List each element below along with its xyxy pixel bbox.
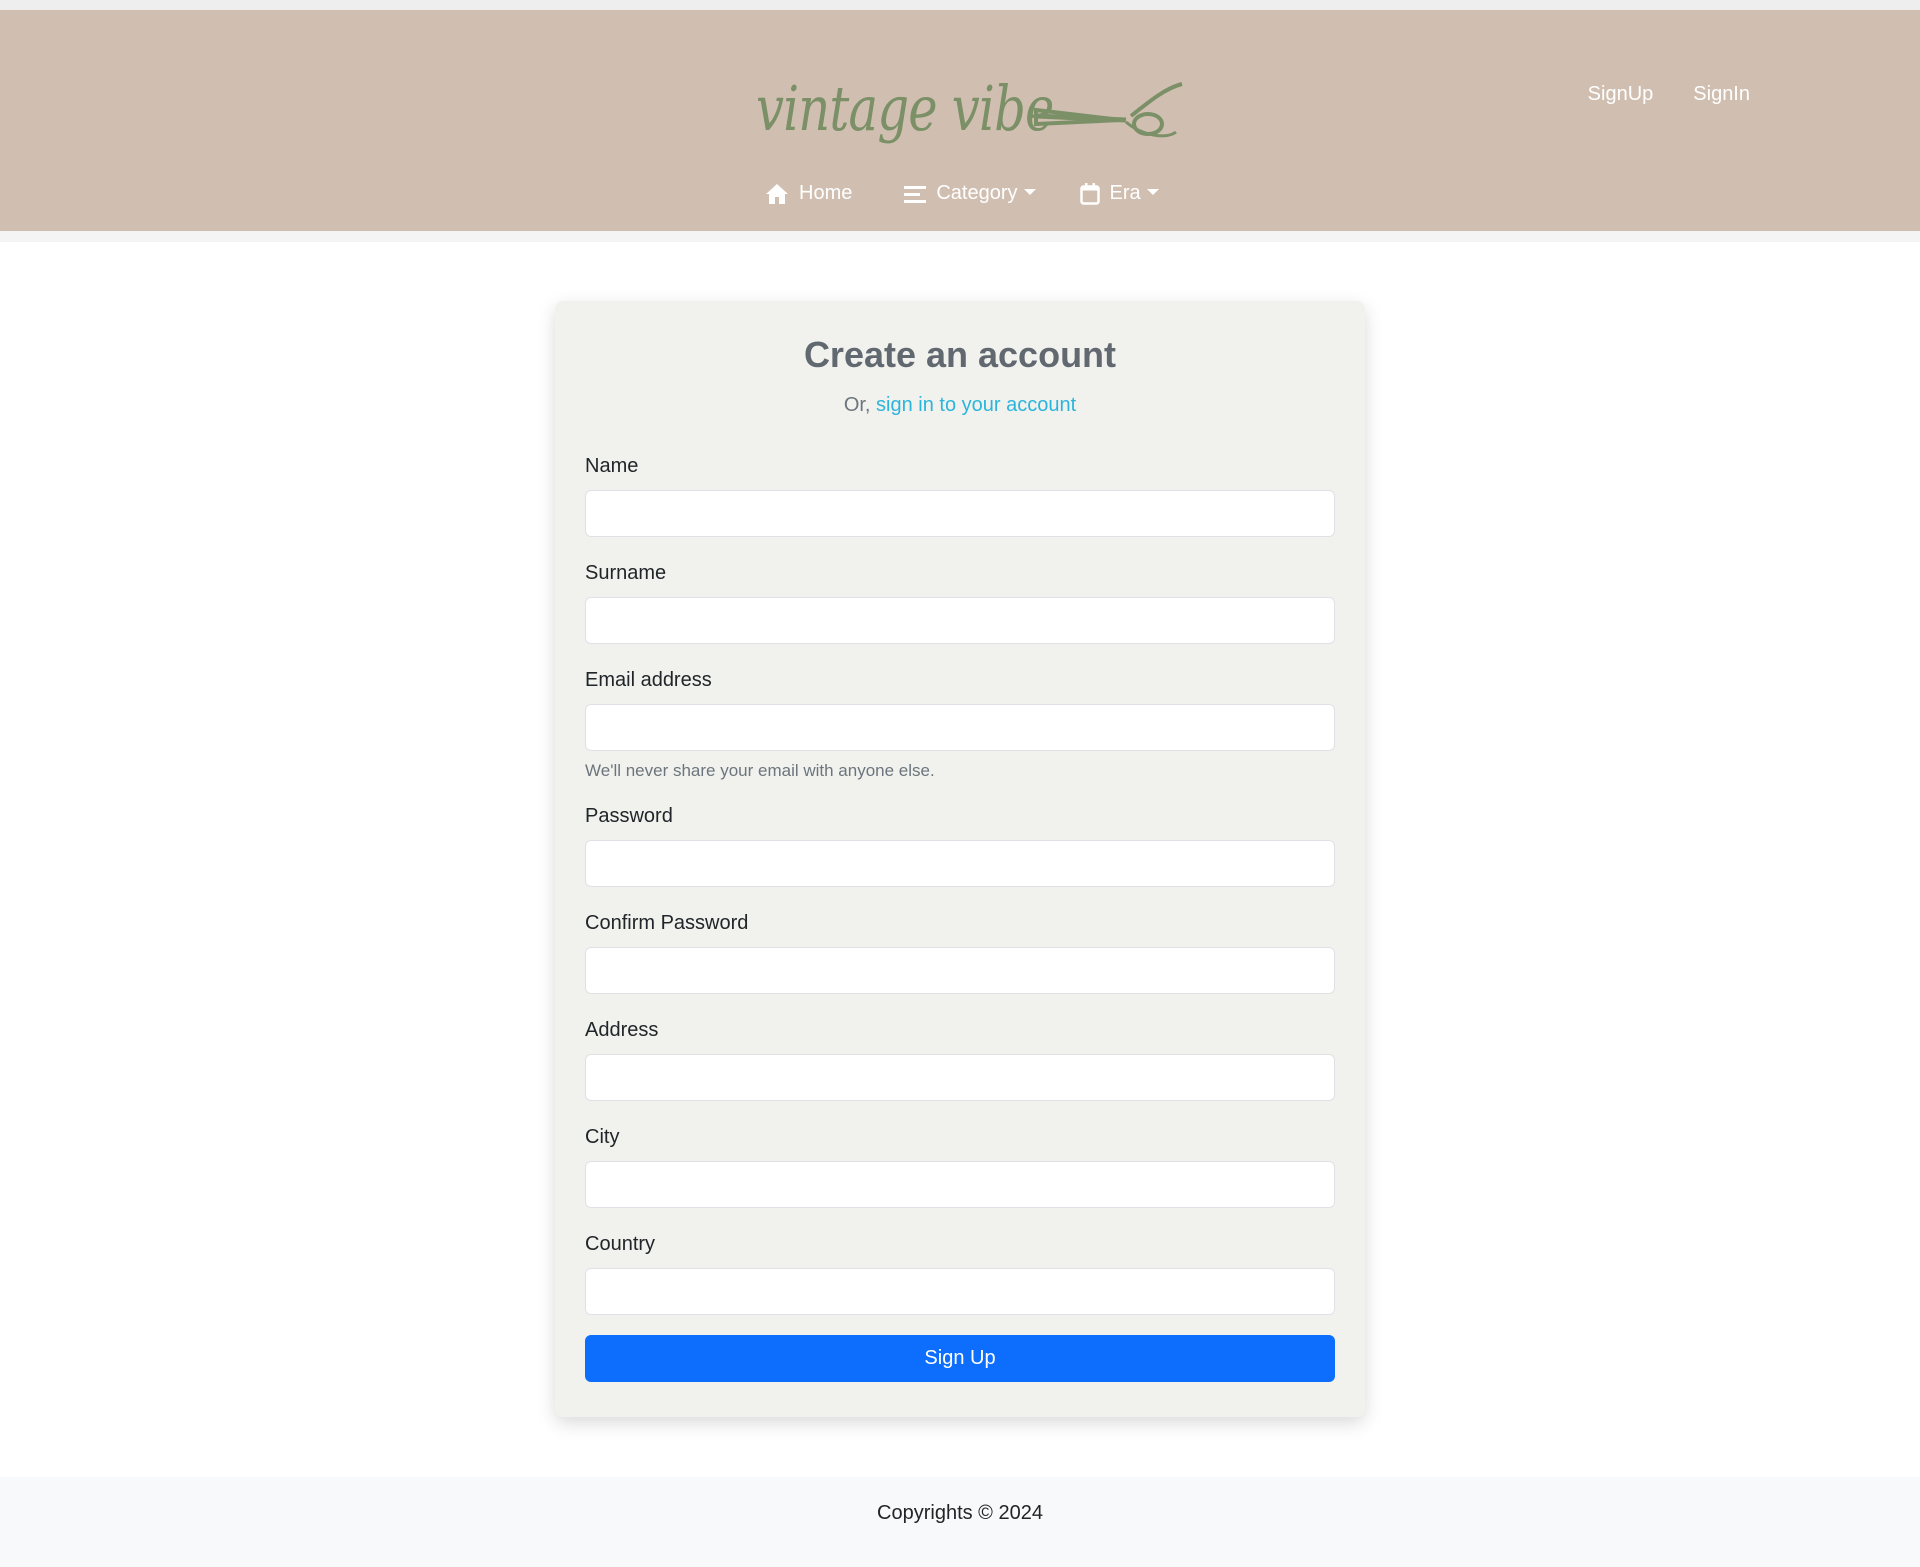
address-label: Address: [585, 1019, 659, 1041]
home-icon: [766, 183, 788, 204]
name-label: Name: [585, 455, 639, 477]
nav-era-dropdown[interactable]: Era: [1079, 182, 1159, 205]
nav-category-dropdown[interactable]: Category: [904, 182, 1036, 205]
email-label: Email address: [585, 669, 712, 691]
main-nav: Home Category Era: [765, 182, 1159, 205]
confirm-password-label: Confirm Password: [585, 912, 749, 934]
nav-home[interactable]: Home: [765, 182, 852, 205]
chevron-down-icon: [1023, 188, 1036, 195]
surname-field-group: Surname: [585, 561, 1335, 644]
site-header: vintage vibe SignUp SignIn Home Category: [0, 10, 1920, 231]
email-input[interactable]: [585, 704, 1335, 751]
surname-label: Surname: [585, 562, 667, 584]
signin-link[interactable]: SignIn: [1693, 83, 1750, 106]
country-field-group: Country: [585, 1232, 1335, 1315]
auth-links: SignUp SignIn: [1588, 83, 1750, 106]
country-label: Country: [585, 1233, 656, 1255]
email-field-group: Email address We'll never share your ema…: [585, 668, 1335, 781]
city-input[interactable]: [585, 1161, 1335, 1208]
sign-up-button[interactable]: Sign Up: [585, 1335, 1335, 1382]
nav-era-label: Era: [1109, 182, 1141, 204]
address-input[interactable]: [585, 1054, 1335, 1101]
confirm-password-field-group: Confirm Password: [585, 911, 1335, 994]
brand-name: vintage vibe: [756, 71, 1054, 145]
name-field-group: Name: [585, 454, 1335, 537]
surname-input[interactable]: [585, 597, 1335, 644]
signin-prompt-prefix: Or,: [843, 394, 871, 416]
top-strip: [0, 0, 1920, 10]
email-help-text: We'll never share your email with anyone…: [585, 761, 935, 780]
copyright-text: Copyrights © 2024: [877, 1502, 1043, 1524]
password-input[interactable]: [585, 840, 1335, 887]
name-input[interactable]: [585, 490, 1335, 537]
nav-home-label: Home: [799, 182, 853, 204]
brand-logo[interactable]: vintage vibe: [756, 68, 1183, 148]
menu-lines-icon: [904, 185, 927, 203]
site-footer: Copyrights © 2024: [0, 1477, 1920, 1567]
signin-prompt: Or, sign in to your account: [585, 393, 1335, 417]
confirm-password-input[interactable]: [585, 947, 1335, 994]
city-label: City: [585, 1126, 620, 1148]
signin-account-link[interactable]: sign in to your account: [876, 394, 1076, 416]
header-divider: [0, 231, 1920, 242]
chevron-down-icon: [1146, 188, 1159, 195]
nav-category-label: Category: [936, 182, 1018, 204]
page-title: Create an account: [803, 334, 1117, 375]
password-label: Password: [585, 805, 673, 827]
address-field-group: Address: [585, 1018, 1335, 1101]
city-field-group: City: [585, 1125, 1335, 1208]
signup-card: Create an account Or, sign in to your ac…: [555, 301, 1365, 1417]
country-input[interactable]: [585, 1268, 1335, 1315]
calendar-icon: [1079, 182, 1100, 205]
scissors-icon: [1034, 82, 1183, 138]
password-field-group: Password: [585, 804, 1335, 887]
signup-link[interactable]: SignUp: [1588, 83, 1654, 106]
